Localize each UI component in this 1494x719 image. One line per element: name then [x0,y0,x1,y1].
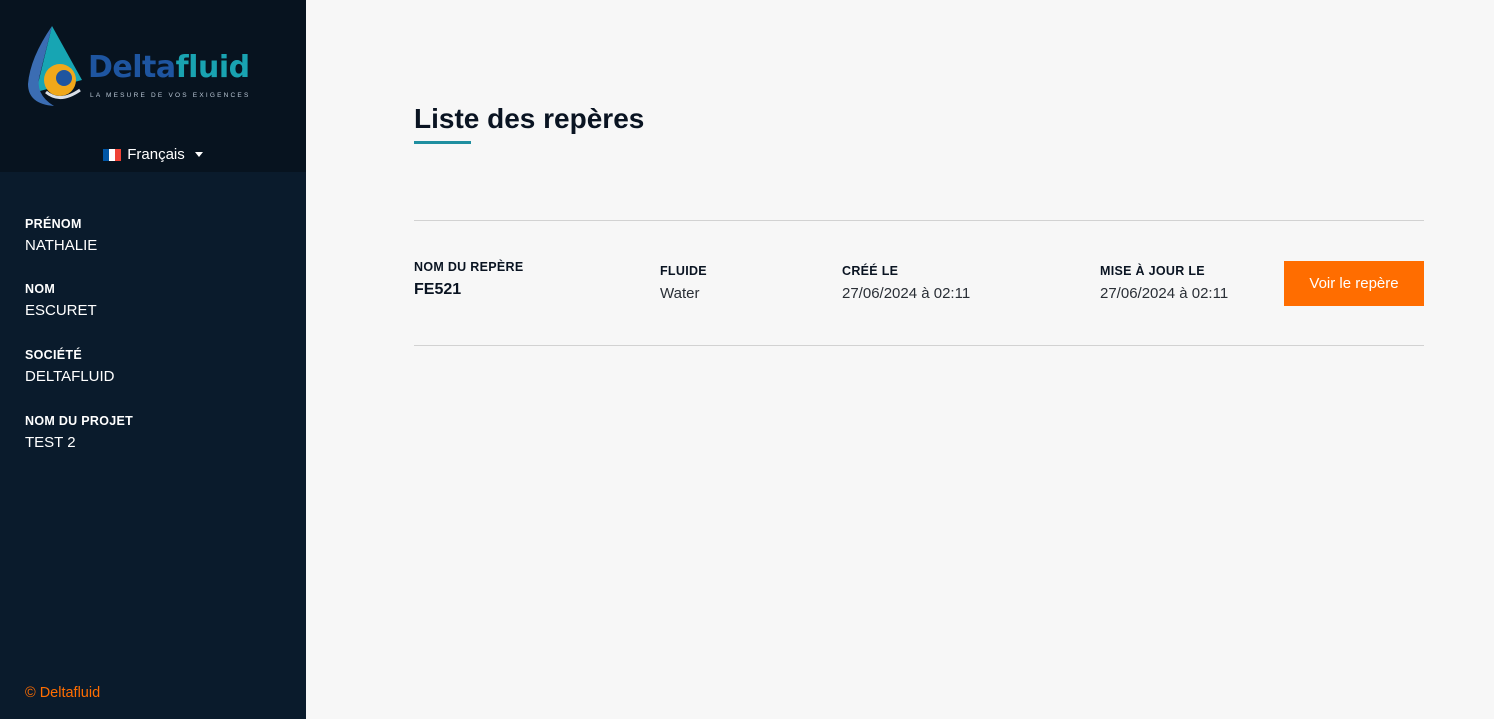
row-updated: 27/06/2024 à 02:11 [1100,285,1229,302]
sidebar: Deltafluid LA MESURE DE VOS EXIGENCES Fr… [0,0,306,719]
user-company-label: SOCIÉTÉ [25,348,82,362]
user-last-name: NOM ESCURET [25,282,97,319]
view-marker-button[interactable]: Voir le repère [1284,261,1424,306]
header-updated: MISE À JOUR LE [1100,264,1205,278]
user-project-label: NOM DU PROJET [25,414,134,428]
sidebar-header: Deltafluid LA MESURE DE VOS EXIGENCES Fr… [0,0,306,172]
logo-tagline: LA MESURE DE VOS EXIGENCES [90,92,251,99]
copyright-text: © Deltafluid [25,685,101,701]
droplet-logo-icon [28,26,82,106]
row-fluid: Water [660,285,700,302]
user-company: SOCIÉTÉ DELTAFLUID [25,348,114,385]
logo-wordmark: Deltafluid [88,50,250,86]
header-fluid: FLUIDE [660,264,707,278]
user-project: NOM DU PROJET TEST 2 [25,414,133,451]
cell-name: NOM DU REPÈRE FE521 [414,260,523,299]
cell-created: CRÉÉ LE 27/06/2024 à 02:11 [842,264,970,302]
title-underline [414,141,471,144]
main-content: Liste des repères NOM DU REPÈRE FE521 FL… [306,0,1494,719]
row-divider-top [414,220,1424,221]
user-last-name-label: NOM [25,282,56,296]
france-flag-icon [103,148,122,161]
row-name: FE521 [414,281,462,298]
page-title: Liste des repères [414,103,645,134]
language-selector[interactable]: Français [0,146,306,163]
header-created: CRÉÉ LE [842,264,899,278]
user-first-name-label: PRÉNOM [25,217,82,231]
header-name: NOM DU REPÈRE [414,260,524,274]
user-first-name-value: NATHALIE [25,237,98,254]
row-divider-bottom [414,345,1424,346]
caret-down-icon [194,152,203,157]
user-first-name: PRÉNOM NATHALIE [25,217,97,254]
logo-wordmark-part1: Delta [88,50,176,85]
cell-fluid: FLUIDE Water [660,264,707,302]
row-created: 27/06/2024 à 02:11 [842,285,971,302]
logo-wordmark-part2: fluid [175,50,250,85]
deltafluid-logo[interactable]: Deltafluid LA MESURE DE VOS EXIGENCES [24,22,280,110]
cell-updated: MISE À JOUR LE 27/06/2024 à 02:11 [1100,264,1228,302]
language-label: Français [127,146,185,163]
user-last-name-value: ESCURET [25,302,97,319]
user-company-value: DELTAFLUID [25,368,115,385]
user-project-value: TEST 2 [25,434,76,451]
